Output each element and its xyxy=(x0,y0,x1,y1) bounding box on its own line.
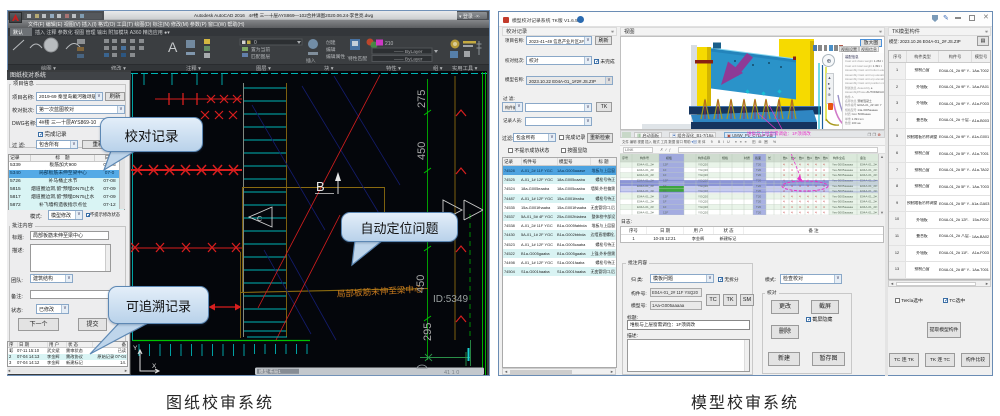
svg-text:YGQ20: YGQ20 xyxy=(698,210,708,214)
svg-text:E04A-01_2#: E04A-01_2# xyxy=(637,200,654,204)
svg-text:截面: 截面 xyxy=(755,155,761,160)
svg-text:模型 布局1: 模型 布局1 xyxy=(259,368,281,375)
svg-text:1F: 1F xyxy=(663,200,667,204)
svg-text:Yes-5005aaaaa: Yes-5005aaaaa xyxy=(832,173,853,177)
svg-text:长: 长 xyxy=(768,155,771,160)
svg-text:YGQ20: YGQ20 xyxy=(698,200,708,204)
svg-text:YGQ20: YGQ20 xyxy=(698,168,708,172)
svg-text:数4: 数4 xyxy=(807,155,812,160)
svg-text:T20: T20 xyxy=(756,200,762,204)
svg-text:Yes-5005aaaaa: Yes-5005aaaaa xyxy=(832,189,853,193)
svg-text:1F: 1F xyxy=(663,168,667,172)
svg-text:A: A xyxy=(168,39,178,55)
svg-text:匹配图层: 匹配图层 xyxy=(251,54,270,60)
svg-text:YGQ20: YGQ20 xyxy=(698,184,708,188)
svg-text:E04A-01_2#: E04A-01_2# xyxy=(637,189,654,193)
svg-text:—— ByLayer: —— ByLayer xyxy=(394,49,423,55)
svg-text:Yes-5005aaaaa: Yes-5005aaaaa xyxy=(832,200,853,204)
svg-text:T20: T20 xyxy=(756,210,762,214)
svg-text:12F: 12F xyxy=(663,163,668,167)
svg-text:T20: T20 xyxy=(756,163,762,167)
svg-text:E04A-01_2#: E04A-01_2# xyxy=(637,210,654,214)
svg-text:构件名称: 构件名称 xyxy=(698,155,710,160)
svg-text:创建: 创建 xyxy=(326,39,336,46)
svg-text:—— ByLayer: —— ByLayer xyxy=(394,56,423,62)
svg-text:1F: 1F xyxy=(663,205,667,209)
svg-text:275: 275 xyxy=(416,90,428,108)
svg-text:YGQ20: YGQ20 xyxy=(698,163,708,167)
svg-text:450: 450 xyxy=(416,142,428,160)
svg-text:Yes-5005aaaaa: Yes-5005aaaaa xyxy=(832,205,853,209)
svg-text:置为当前: 置为当前 xyxy=(251,46,270,53)
svg-text:1F: 1F xyxy=(663,189,667,193)
svg-text:E04A-01_2#: E04A-01_2# xyxy=(637,163,654,167)
svg-text:T20: T20 xyxy=(756,189,762,193)
svg-text:E04A-01_2#: E04A-01_2# xyxy=(637,205,654,209)
svg-text:Y: Y xyxy=(133,345,138,352)
svg-text:YGQ20: YGQ20 xyxy=(698,194,708,198)
svg-text:Yes-5005aaaaa: Yes-5005aaaaa xyxy=(832,168,853,172)
svg-text:T20: T20 xyxy=(756,168,762,172)
svg-text:YGQ20: YGQ20 xyxy=(698,173,708,177)
svg-text:材质: 材质 xyxy=(744,155,750,160)
svg-text:210: 210 xyxy=(385,41,394,47)
svg-text:Yes-5005aaaaa: Yes-5005aaaaa xyxy=(832,210,853,214)
svg-text:数5: 数5 xyxy=(815,155,820,160)
svg-text:ID:5349: ID:5349 xyxy=(433,294,468,305)
svg-text:数6: 数6 xyxy=(823,155,828,160)
svg-text:295: 295 xyxy=(422,323,434,341)
svg-text:12F: 12F xyxy=(663,194,668,198)
svg-text:E04A-01_2#: E04A-01_2# xyxy=(637,173,654,177)
svg-text:插入: 插入 xyxy=(306,57,316,64)
svg-text:编辑: 编辑 xyxy=(326,46,336,53)
svg-text:构件号: 构件号 xyxy=(640,155,649,160)
svg-text:YGQ20: YGQ20 xyxy=(698,189,708,193)
svg-text:E04A-01_2#: E04A-01_2# xyxy=(637,194,654,198)
svg-text:特性匹配: 特性匹配 xyxy=(348,55,367,62)
svg-text:T20: T20 xyxy=(756,173,762,177)
svg-text:B: B xyxy=(316,179,325,194)
svg-text:数3: 数3 xyxy=(799,155,804,160)
svg-text:Yes-5005aaaaa: Yes-5005aaaaa xyxy=(832,194,853,198)
svg-text:41 1 0: 41 1 0 xyxy=(444,370,459,375)
svg-text:0: 0 xyxy=(254,40,257,46)
svg-text:规格: 规格 xyxy=(722,155,728,160)
svg-text:备注: 备注 xyxy=(860,155,866,160)
svg-text:Yes-5005aaaaa: Yes-5005aaaaa xyxy=(832,184,853,188)
svg-text:E04A-01_2#: E04A-01_2# xyxy=(637,184,654,188)
svg-text:Yes-5005aaaaa: Yes-5005aaaaa xyxy=(832,163,853,167)
svg-text:C: C xyxy=(257,216,262,223)
svg-text:YGQ20: YGQ20 xyxy=(698,205,708,209)
svg-text:构件全名: 构件全名 xyxy=(833,155,845,160)
svg-text:X: X xyxy=(152,363,157,370)
svg-text:E04A-01_2#: E04A-01_2# xyxy=(637,168,654,172)
svg-text:T20: T20 xyxy=(756,194,762,198)
svg-text:T20: T20 xyxy=(756,205,762,209)
svg-text:T20: T20 xyxy=(756,184,762,188)
svg-text:12F: 12F xyxy=(663,210,668,214)
svg-text:1F: 1F xyxy=(663,173,667,177)
svg-text:数1: 数1 xyxy=(783,155,788,160)
svg-text:1F: 1F xyxy=(663,184,667,188)
svg-text:模板: 模板 xyxy=(666,155,672,160)
svg-text:编辑属性 ·: 编辑属性 · xyxy=(326,53,349,60)
svg-text:序号: 序号 xyxy=(622,155,628,160)
